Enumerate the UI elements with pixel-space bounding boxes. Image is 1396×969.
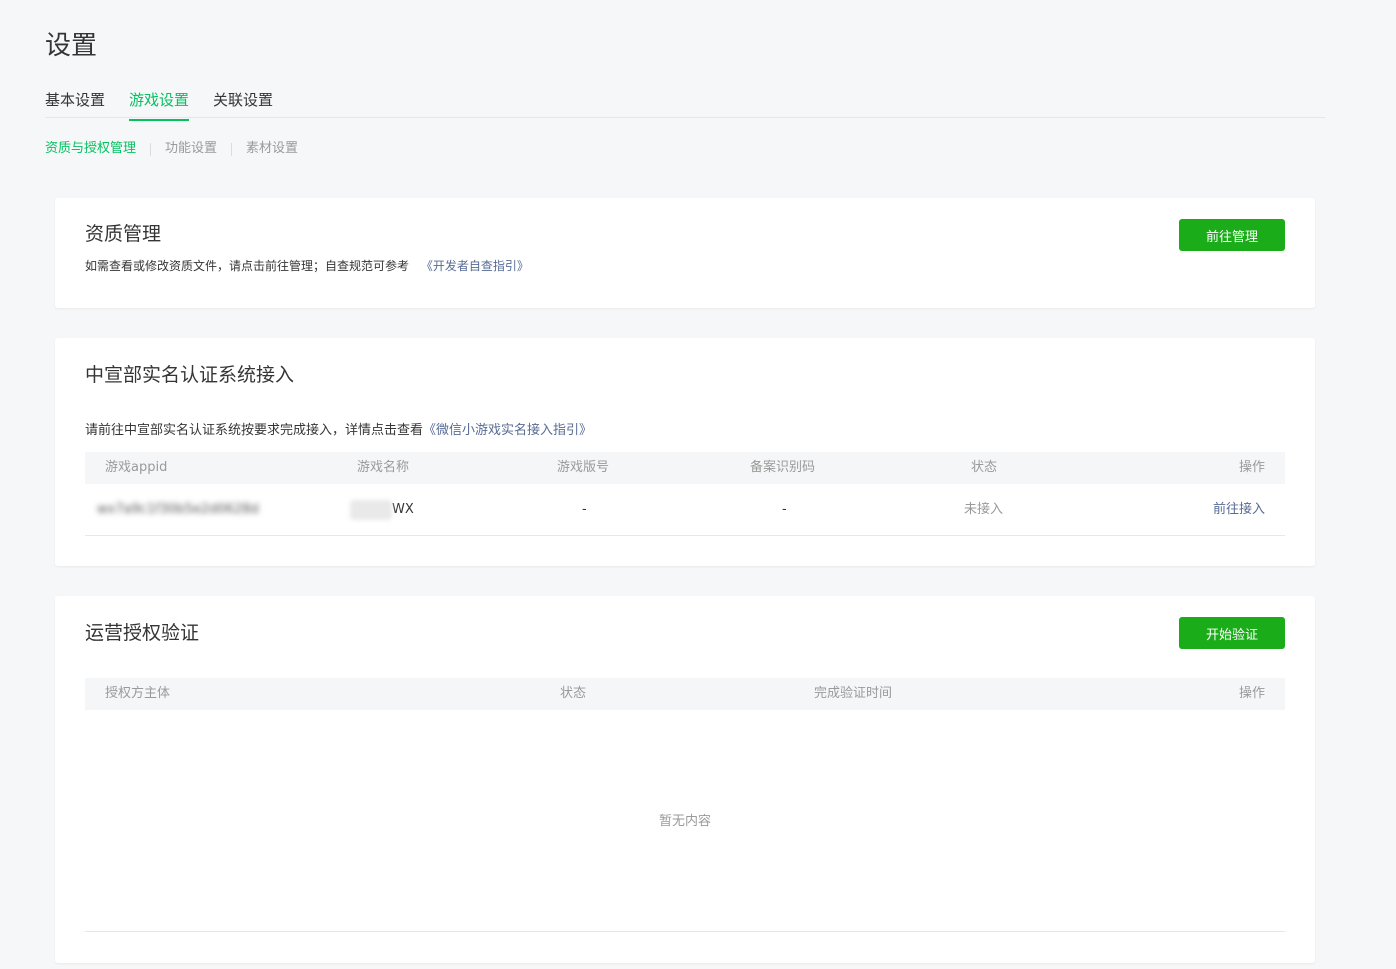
col-status: 状态 (971, 460, 998, 475)
settings-page: 设置 基本设置 游戏设置 关联设置 资质与授权管理 功能设置 素材设置 资质管理… (0, 0, 1396, 969)
page-title: 设置 (45, 31, 98, 61)
row-appid: wx7a9c1f30b5e2d0628d (97, 502, 259, 517)
table-header: 游戏appid 游戏名称 游戏版号 备案识别码 状态 操作 (85, 452, 1285, 484)
row-status: 未接入 (964, 502, 1004, 517)
realname-title: 中宣部实名认证系统接入 (85, 364, 295, 386)
auth-title: 运营授权验证 (85, 622, 200, 644)
realname-table: 游戏appid 游戏名称 游戏版号 备案识别码 状态 操作 wx7a9c1f30… (85, 452, 1285, 536)
col-appid: 游戏appid (105, 460, 168, 475)
realname-guide-link[interactable]: 《微信小游戏实名接入指引》 (423, 423, 592, 438)
col-auth-action: 操作 (1238, 686, 1265, 701)
qualification-desc-text: 如需查看或修改资质文件，请点击前往管理；自查规范可参考 (85, 259, 410, 273)
tab-game-settings[interactable]: 游戏设置 (129, 88, 190, 121)
col-action: 操作 (1238, 460, 1265, 475)
realname-desc-text: 请前往中宣部实名认证系统按要求完成接入，详情点击查看 (85, 423, 424, 438)
qualification-desc: 如需查看或修改资质文件，请点击前往管理；自查规范可参考 《开发者自查指引》 (85, 257, 529, 275)
realname-desc: 请前往中宣部实名认证系统按要求完成接入，详情点击查看《微信小游戏实名接入指引》 (85, 422, 592, 440)
empty-text: 暂无内容 (658, 814, 711, 829)
empty-state: 暂无内容 (85, 710, 1285, 932)
redaction-mask (350, 499, 392, 520)
row-game-name-text: WX (392, 502, 414, 517)
row-record-code: - (782, 502, 787, 517)
main-tabs: 基本设置 游戏设置 关联设置 (45, 88, 1325, 121)
table-header: 授权方主体 状态 完成验证时间 操作 (85, 678, 1285, 710)
tab-linked-settings[interactable]: 关联设置 (213, 88, 273, 117)
table-row: wx7a9c1f30b5e2d0628d WX - - 未接入 前往接入 (85, 484, 1285, 536)
col-record-code: 备案识别码 (750, 460, 816, 475)
developer-self-check-guide-link[interactable]: 《开发者自查指引》 (421, 259, 529, 273)
subtab-feature-settings[interactable]: 功能设置 (165, 139, 217, 159)
col-version-no: 游戏版号 (557, 460, 610, 475)
qualification-card: 资质管理 如需查看或修改资质文件，请点击前往管理；自查规范可参考 《开发者自查指… (55, 198, 1315, 308)
col-auth-status: 状态 (560, 686, 587, 701)
start-verify-button[interactable]: 开始验证 (1179, 617, 1285, 649)
realname-card: 中宣部实名认证系统接入 请前往中宣部实名认证系统按要求完成接入，详情点击查看《微… (55, 338, 1315, 566)
tab-basic-settings[interactable]: 基本设置 (45, 88, 105, 117)
sub-tab-divider (150, 142, 152, 156)
auth-table: 授权方主体 状态 完成验证时间 操作 暂无内容 (85, 678, 1285, 932)
col-verify-time: 完成验证时间 (814, 686, 893, 701)
col-authorizer: 授权方主体 (105, 686, 171, 701)
subtab-qualification-auth[interactable]: 资质与授权管理 (45, 139, 136, 159)
qualification-title: 资质管理 (85, 223, 162, 245)
row-version-no: - (582, 502, 587, 517)
sub-tabs: 资质与授权管理 功能设置 素材设置 (45, 139, 298, 159)
auth-card: 运营授权验证 开始验证 授权方主体 状态 完成验证时间 操作 暂无内容 (55, 596, 1315, 963)
row-game-name: WX (350, 484, 414, 536)
subtab-material-settings[interactable]: 素材设置 (246, 139, 298, 159)
col-game-name: 游戏名称 (357, 460, 410, 475)
go-manage-button[interactable]: 前往管理 (1179, 219, 1285, 251)
go-integrate-link[interactable]: 前往接入 (1213, 484, 1265, 536)
sub-tab-divider (231, 142, 233, 156)
